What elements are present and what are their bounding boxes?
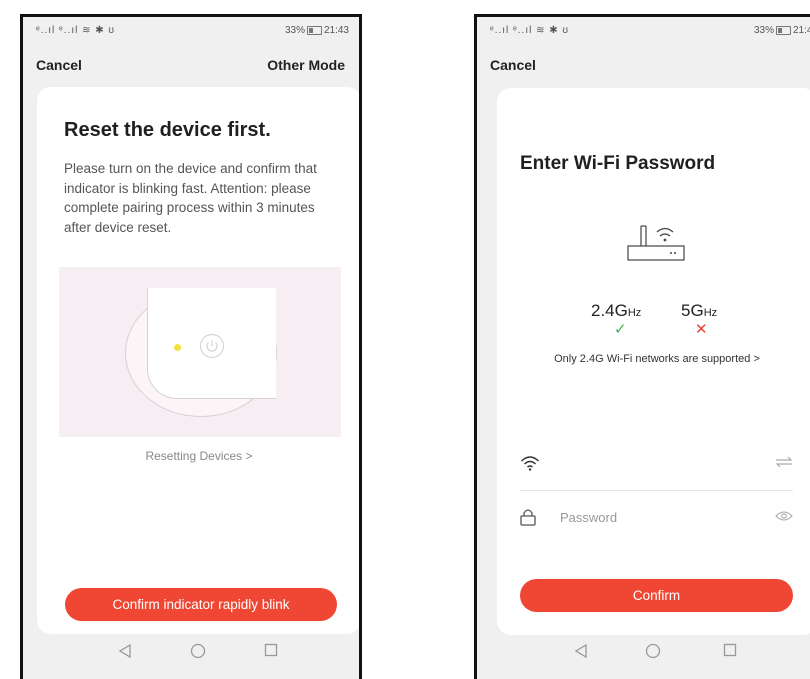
password-input[interactable]: Password [560, 510, 617, 525]
show-password-icon[interactable] [775, 510, 793, 522]
phone-wifi-screen: ᵉ..ıl ᵉ..ıl ≋ ✱ ʊ 33% 21:43 Cancel Enter … [474, 14, 810, 679]
top-bar: Cancel Other Mode [23, 57, 359, 81]
status-bar: ᵉ..ıl ᵉ..ıl ≋ ✱ ʊ 33% 21:43 [23, 17, 359, 47]
chevron-right-icon: > [245, 449, 253, 463]
back-icon[interactable] [118, 643, 132, 659]
confirm-button[interactable]: Confirm [520, 579, 793, 612]
battery-icon [775, 25, 791, 35]
reset-card: Reset the device first. Please turn on t… [37, 87, 359, 634]
status-bar: ᵉ..ıl ᵉ..ıl ≋ ✱ ʊ 33% 21:43 [477, 17, 810, 47]
battery-icon [306, 25, 322, 35]
recents-icon[interactable] [723, 643, 737, 657]
clock: 21:43 [323, 25, 349, 36]
nav-bar [477, 629, 810, 679]
band-5ghz-label: 5GHz [681, 301, 718, 320]
cross-icon: ✕ [695, 321, 708, 338]
page-title: Enter Wi-Fi Password [520, 153, 716, 174]
power-icon [199, 333, 225, 359]
battery-percent: 33% [753, 25, 774, 36]
confirm-blink-button[interactable]: Confirm indicator rapidly blink [65, 588, 337, 621]
lock-icon [520, 509, 536, 526]
wifi-icon [520, 456, 540, 471]
band-24ghz-label: 2.4GHz [591, 301, 642, 320]
chevron-right-icon: > [753, 353, 760, 365]
router-icon [627, 225, 685, 261]
supported-networks-link[interactable]: Only 2.4G Wi-Fi networks are supported > [497, 353, 810, 365]
check-icon: ✓ [614, 321, 627, 338]
cancel-button[interactable]: Cancel [36, 57, 82, 73]
switch-network-icon[interactable] [775, 456, 793, 468]
indicator-led-icon [174, 344, 181, 351]
password-field[interactable]: Password [520, 500, 793, 538]
recents-icon[interactable] [264, 643, 278, 657]
nav-bar [23, 629, 359, 679]
home-icon[interactable] [190, 643, 206, 659]
battery-percent: 33% [284, 25, 305, 36]
device-illustration [59, 267, 341, 437]
page-title: Reset the device first. [64, 119, 271, 141]
instructions-text: Please turn on the device and confirm th… [64, 161, 317, 235]
field-divider [520, 490, 793, 491]
phone-reset-screen: ᵉ..ıl ᵉ..ıl ≋ ✱ ʊ 33% 21:43 Cancel Other … [20, 14, 362, 679]
back-icon[interactable] [574, 643, 588, 659]
cancel-button[interactable]: Cancel [490, 57, 536, 73]
clock: 21:43 [792, 25, 810, 36]
wifi-card: Enter Wi-Fi Password 2.4GHz 5GHz ✓ ✕ Onl… [497, 88, 810, 635]
top-bar: Cancel [477, 57, 810, 81]
signal-icons: ᵉ..ıl ᵉ..ıl ≋ ✱ ʊ [36, 25, 116, 36]
signal-icons: ᵉ..ıl ᵉ..ıl ≋ ✱ ʊ [490, 25, 570, 36]
wifi-ssid-field[interactable] [520, 446, 793, 484]
home-icon[interactable] [645, 643, 661, 659]
resetting-devices-link[interactable]: Resetting Devices > [37, 449, 359, 463]
other-mode-button[interactable]: Other Mode [267, 57, 345, 73]
